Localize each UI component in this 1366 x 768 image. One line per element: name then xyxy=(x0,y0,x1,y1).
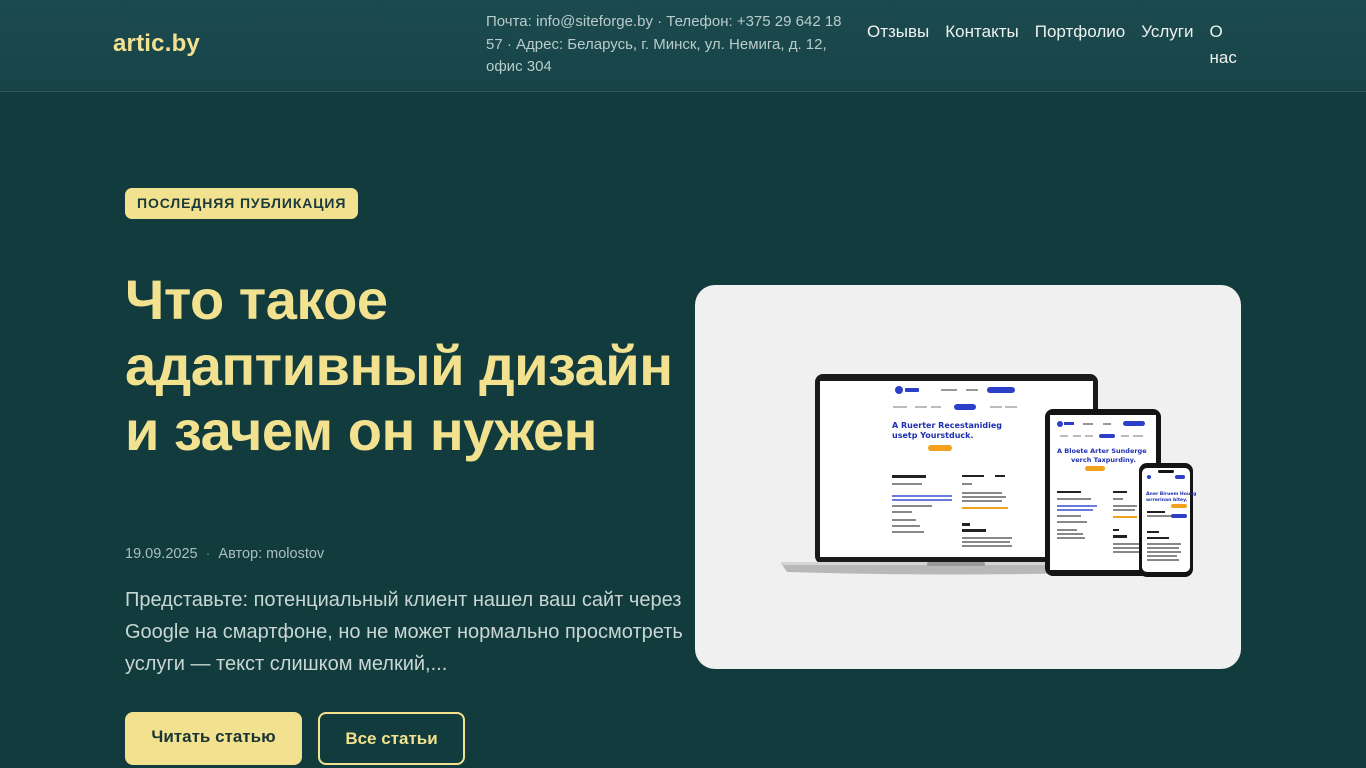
article-excerpt: Представьте: потенциальный клиент нашел … xyxy=(125,589,683,675)
main-nav: Отзывы Контакты Портфолио Услуги О нас xyxy=(867,19,1247,71)
site-header: artic.by Почта: info@siteforge.by · Теле… xyxy=(0,0,1366,92)
phone-heading-2: wrrerinan bitey. xyxy=(1146,497,1188,503)
article-image[interactable]: A Ruerter Recestanidieg usetp Yourstduck… xyxy=(695,285,1241,669)
nav-item-services[interactable]: Услуги xyxy=(1141,19,1193,45)
phone-heading-1: Aner Biruem Houvg xyxy=(1146,491,1196,497)
tablet-heading-1: A Bloete Arter Sunderge xyxy=(1057,447,1147,455)
latest-post-badge: ПОСЛЕДНЯЯ ПУБЛИКАЦИЯ xyxy=(125,188,359,219)
laptop-heading-1: A Ruerter Recestanidieg xyxy=(892,421,1002,430)
laptop-heading-2: usetp Yourstduck. xyxy=(892,431,974,440)
phone-mockup: Aner Biruem Houvg wrrerinan bitey. xyxy=(1139,463,1196,577)
article-date: 19.09.2025 xyxy=(125,546,198,562)
article-title[interactable]: Что такое адаптивный дизайн и зачем он н… xyxy=(125,267,685,464)
meta-separator: · xyxy=(205,546,211,562)
nav-item-contacts[interactable]: Контакты xyxy=(945,19,1018,45)
devices-mockup-illustration: A Ruerter Recestanidieg usetp Yourstduck… xyxy=(781,374,1196,577)
tablet-heading-2: verch Taxpurdiny. xyxy=(1071,456,1136,464)
article-meta: 19.09.2025 · Автор: molostov xyxy=(125,546,324,562)
nav-item-about[interactable]: О нас xyxy=(1209,19,1239,71)
read-article-button[interactable]: Читать статью xyxy=(125,712,302,765)
site-logo[interactable]: artic.by xyxy=(113,30,200,58)
all-articles-button[interactable]: Все статьи xyxy=(318,712,465,765)
header-contacts: Почта: info@siteforge.by · Телефон: +375… xyxy=(486,13,842,75)
nav-item-reviews[interactable]: Отзывы xyxy=(867,19,929,45)
article-author: Автор: molostov xyxy=(218,546,325,562)
nav-item-portfolio[interactable]: Портфолио xyxy=(1035,19,1125,45)
